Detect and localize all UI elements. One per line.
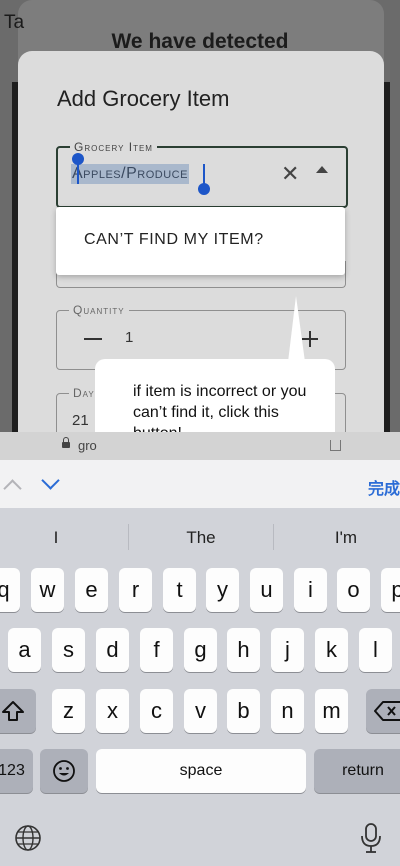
- key-o[interactable]: o: [337, 568, 370, 612]
- key-j[interactable]: j: [271, 628, 304, 672]
- grocery-item-label: Grocery Item: [70, 140, 157, 154]
- key-b[interactable]: b: [227, 689, 260, 733]
- suggestion-divider: [128, 524, 129, 550]
- backspace-icon: [374, 701, 400, 721]
- autocomplete-popover: CAN’T FIND MY ITEM?: [56, 207, 345, 275]
- backspace-key[interactable]: [366, 689, 400, 733]
- return-key[interactable]: return: [314, 749, 400, 793]
- key-w[interactable]: w: [31, 568, 64, 612]
- selection-end-handle[interactable]: [198, 183, 210, 195]
- emoji-key[interactable]: [40, 749, 88, 793]
- space-key[interactable]: space: [96, 749, 306, 793]
- key-c[interactable]: c: [140, 689, 173, 733]
- key-i[interactable]: i: [294, 568, 327, 612]
- suggestion-bar: I The I'm: [0, 508, 400, 564]
- key-u[interactable]: u: [250, 568, 283, 612]
- dialog-title: Add Grocery Item: [57, 86, 230, 111]
- onscreen-keyboard: I The I'm q w e r t y u i o p a s d f g …: [0, 508, 400, 866]
- share-icon[interactable]: [330, 440, 341, 451]
- grocery-item-value[interactable]: Apples/Produce: [71, 164, 189, 184]
- selection-start-stem: [77, 162, 79, 184]
- shift-key[interactable]: [0, 689, 36, 733]
- key-s[interactable]: s: [52, 628, 85, 672]
- next-field-icon[interactable]: [41, 471, 60, 490]
- key-m[interactable]: m: [315, 689, 348, 733]
- globe-icon[interactable]: [14, 824, 42, 852]
- key-p[interactable]: p: [381, 568, 400, 612]
- key-n[interactable]: n: [271, 689, 304, 733]
- dropdown-arrow-icon[interactable]: [316, 166, 328, 173]
- emoji-icon: [53, 760, 75, 782]
- key-t[interactable]: t: [163, 568, 196, 612]
- key-l[interactable]: l: [359, 628, 392, 672]
- key-v[interactable]: v: [184, 689, 217, 733]
- key-e[interactable]: e: [75, 568, 108, 612]
- keyboard-toolbar: 完成: [0, 460, 400, 509]
- key-a[interactable]: a: [8, 628, 41, 672]
- grocery-item-field[interactable]: Grocery Item Apples/Produce ✕: [56, 140, 348, 208]
- key-g[interactable]: g: [184, 628, 217, 672]
- key-x[interactable]: x: [96, 689, 129, 733]
- url-text: gro: [78, 438, 97, 453]
- clear-icon[interactable]: ✕: [281, 161, 299, 187]
- key-z[interactable]: z: [52, 689, 85, 733]
- suggestion-3[interactable]: I'm: [286, 528, 400, 548]
- days-value[interactable]: 21: [72, 412, 89, 429]
- previous-field-icon[interactable]: [3, 479, 22, 498]
- key-f[interactable]: f: [140, 628, 173, 672]
- key-y[interactable]: y: [206, 568, 239, 612]
- key-k[interactable]: k: [315, 628, 348, 672]
- key-r[interactable]: r: [119, 568, 152, 612]
- numbers-key[interactable]: 123: [0, 749, 33, 793]
- microphone-icon[interactable]: [360, 822, 382, 854]
- tooltip-pointer: [288, 296, 305, 362]
- shift-icon: [2, 701, 24, 721]
- suggestion-1[interactable]: I: [0, 528, 116, 548]
- browser-url-bar[interactable]: gro: [0, 432, 400, 460]
- suggestion-divider: [273, 524, 274, 550]
- quantity-label: Quantity: [69, 303, 129, 317]
- done-button[interactable]: 完成: [368, 475, 400, 499]
- decrement-icon[interactable]: [84, 338, 102, 340]
- cant-find-item-option[interactable]: CAN’T FIND MY ITEM?: [84, 231, 264, 249]
- key-q[interactable]: q: [0, 568, 20, 612]
- key-h[interactable]: h: [227, 628, 260, 672]
- quantity-value[interactable]: 1: [125, 329, 133, 346]
- lock-icon: [62, 437, 70, 448]
- key-d[interactable]: d: [96, 628, 129, 672]
- suggestion-2[interactable]: The: [141, 528, 261, 548]
- selection-start-handle[interactable]: [72, 153, 84, 165]
